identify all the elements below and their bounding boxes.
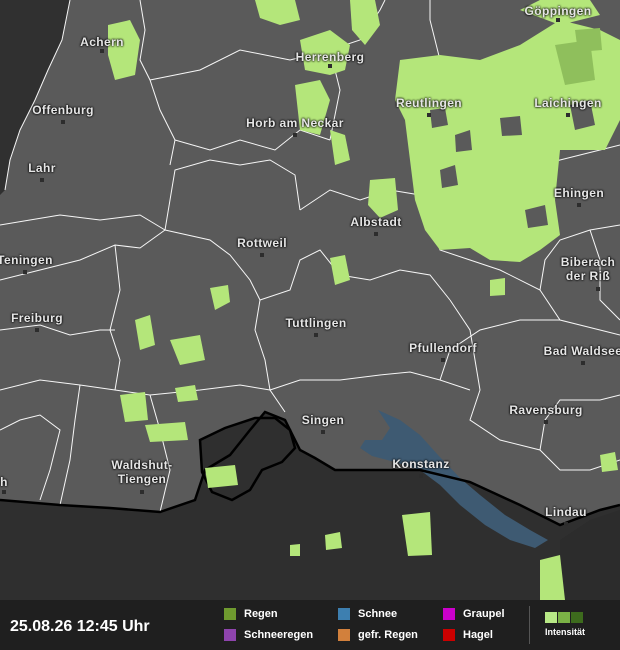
legend-label: Regen (244, 608, 278, 620)
intensity-swatch-heavy (571, 612, 583, 623)
city-marker (577, 203, 581, 207)
legend-swatch (443, 608, 455, 620)
city-label: Albstadt (350, 215, 402, 229)
intensity-label: Intensität (545, 627, 586, 637)
legend-swatch (443, 629, 455, 641)
city-marker (321, 430, 325, 434)
city-marker (140, 490, 144, 494)
radar-map[interactable]: Göppingen Achern Herrenberg Offenburg Reutli… (0, 0, 620, 650)
city-marker (35, 328, 39, 332)
city-marker (61, 120, 65, 124)
legend-bar: 25.08.26 12:45 Uhr Regen Schneeregen Sch… (0, 600, 620, 650)
legend-label: Graupel (463, 608, 505, 620)
city-marker (374, 232, 378, 236)
city-label: Pfullendorf (409, 341, 477, 355)
city-label: Laichingen (534, 96, 602, 110)
city-marker (581, 361, 585, 365)
city-marker (596, 287, 600, 291)
legend-swatch (338, 608, 350, 620)
legend-item-schnee: Schnee (338, 608, 397, 620)
city-marker (260, 253, 264, 257)
city-label: Bad Waldsee (543, 344, 620, 358)
city-label: h (0, 475, 8, 489)
city-label: Waldshut- Tiengen (111, 458, 173, 486)
legend-item-graupel: Graupel (443, 608, 505, 620)
city-label: Tuttlingen (285, 316, 347, 330)
legend-item-hagel: Hagel (443, 629, 493, 641)
city-marker (556, 18, 560, 22)
legend-swatch (224, 608, 236, 620)
city-marker (427, 113, 431, 117)
city-marker (314, 333, 318, 337)
city-label: Konstanz (392, 457, 450, 471)
city-label: Freiburg (11, 311, 63, 325)
city-marker (544, 420, 548, 424)
city-label: Ravensburg (509, 403, 583, 417)
city-label: Lindau (545, 505, 587, 519)
intensity-scale: Intensität (545, 612, 585, 637)
legend-item-regen: Regen (224, 608, 278, 620)
legend-swatch (338, 629, 350, 641)
city-label: Achern (80, 35, 124, 49)
rain-area-biberach (490, 278, 505, 296)
city-label: Göppingen (524, 4, 592, 18)
city-marker (419, 474, 423, 478)
legend-item-schneeregen: Schneeregen (224, 629, 313, 641)
rain-area-wt3 (175, 385, 198, 402)
rain-area-schaffhausen (205, 465, 238, 488)
city-marker (328, 64, 332, 68)
city-marker (441, 358, 445, 362)
legend-divider (529, 606, 530, 644)
legend-swatch (224, 629, 236, 641)
legend-item-gefr-regen: gefr. Regen (338, 629, 418, 641)
legend-label: Hagel (463, 629, 493, 641)
city-marker (566, 113, 570, 117)
intensity-swatch-medium (558, 612, 570, 623)
intensity-swatch-light (545, 612, 557, 623)
rain-area-wt2 (145, 422, 188, 442)
legend-label: Schnee (358, 608, 398, 620)
city-label: Offenburg (32, 103, 94, 117)
timestamp: 25.08.26 12:45 Uhr (10, 618, 150, 635)
city-label: Reutlingen (396, 96, 462, 110)
city-marker (293, 133, 297, 137)
city-label: Horb am Neckar (246, 116, 344, 130)
rain-area-sw (325, 532, 342, 550)
city-marker (2, 490, 6, 494)
legend-label: Schneeregen (244, 629, 314, 641)
city-marker (40, 178, 44, 182)
city-label: Biberach der Riß (560, 255, 616, 283)
rain-area-wt (120, 392, 148, 422)
city-label: Teningen (0, 253, 53, 267)
city-label: Rottweil (237, 236, 287, 250)
rain-area-sw2 (290, 544, 300, 556)
rain-area-lindau (600, 452, 618, 472)
legend-label: gefr. Regen (358, 629, 418, 641)
city-label: Herrenberg (295, 50, 365, 64)
city-marker (100, 49, 104, 53)
city-label: Lahr (28, 161, 56, 175)
city-label: Singen (301, 413, 345, 427)
intensity-bars (545, 612, 585, 623)
city-label: Ehingen (553, 186, 605, 200)
city-marker (564, 522, 568, 526)
city-marker (23, 270, 27, 274)
